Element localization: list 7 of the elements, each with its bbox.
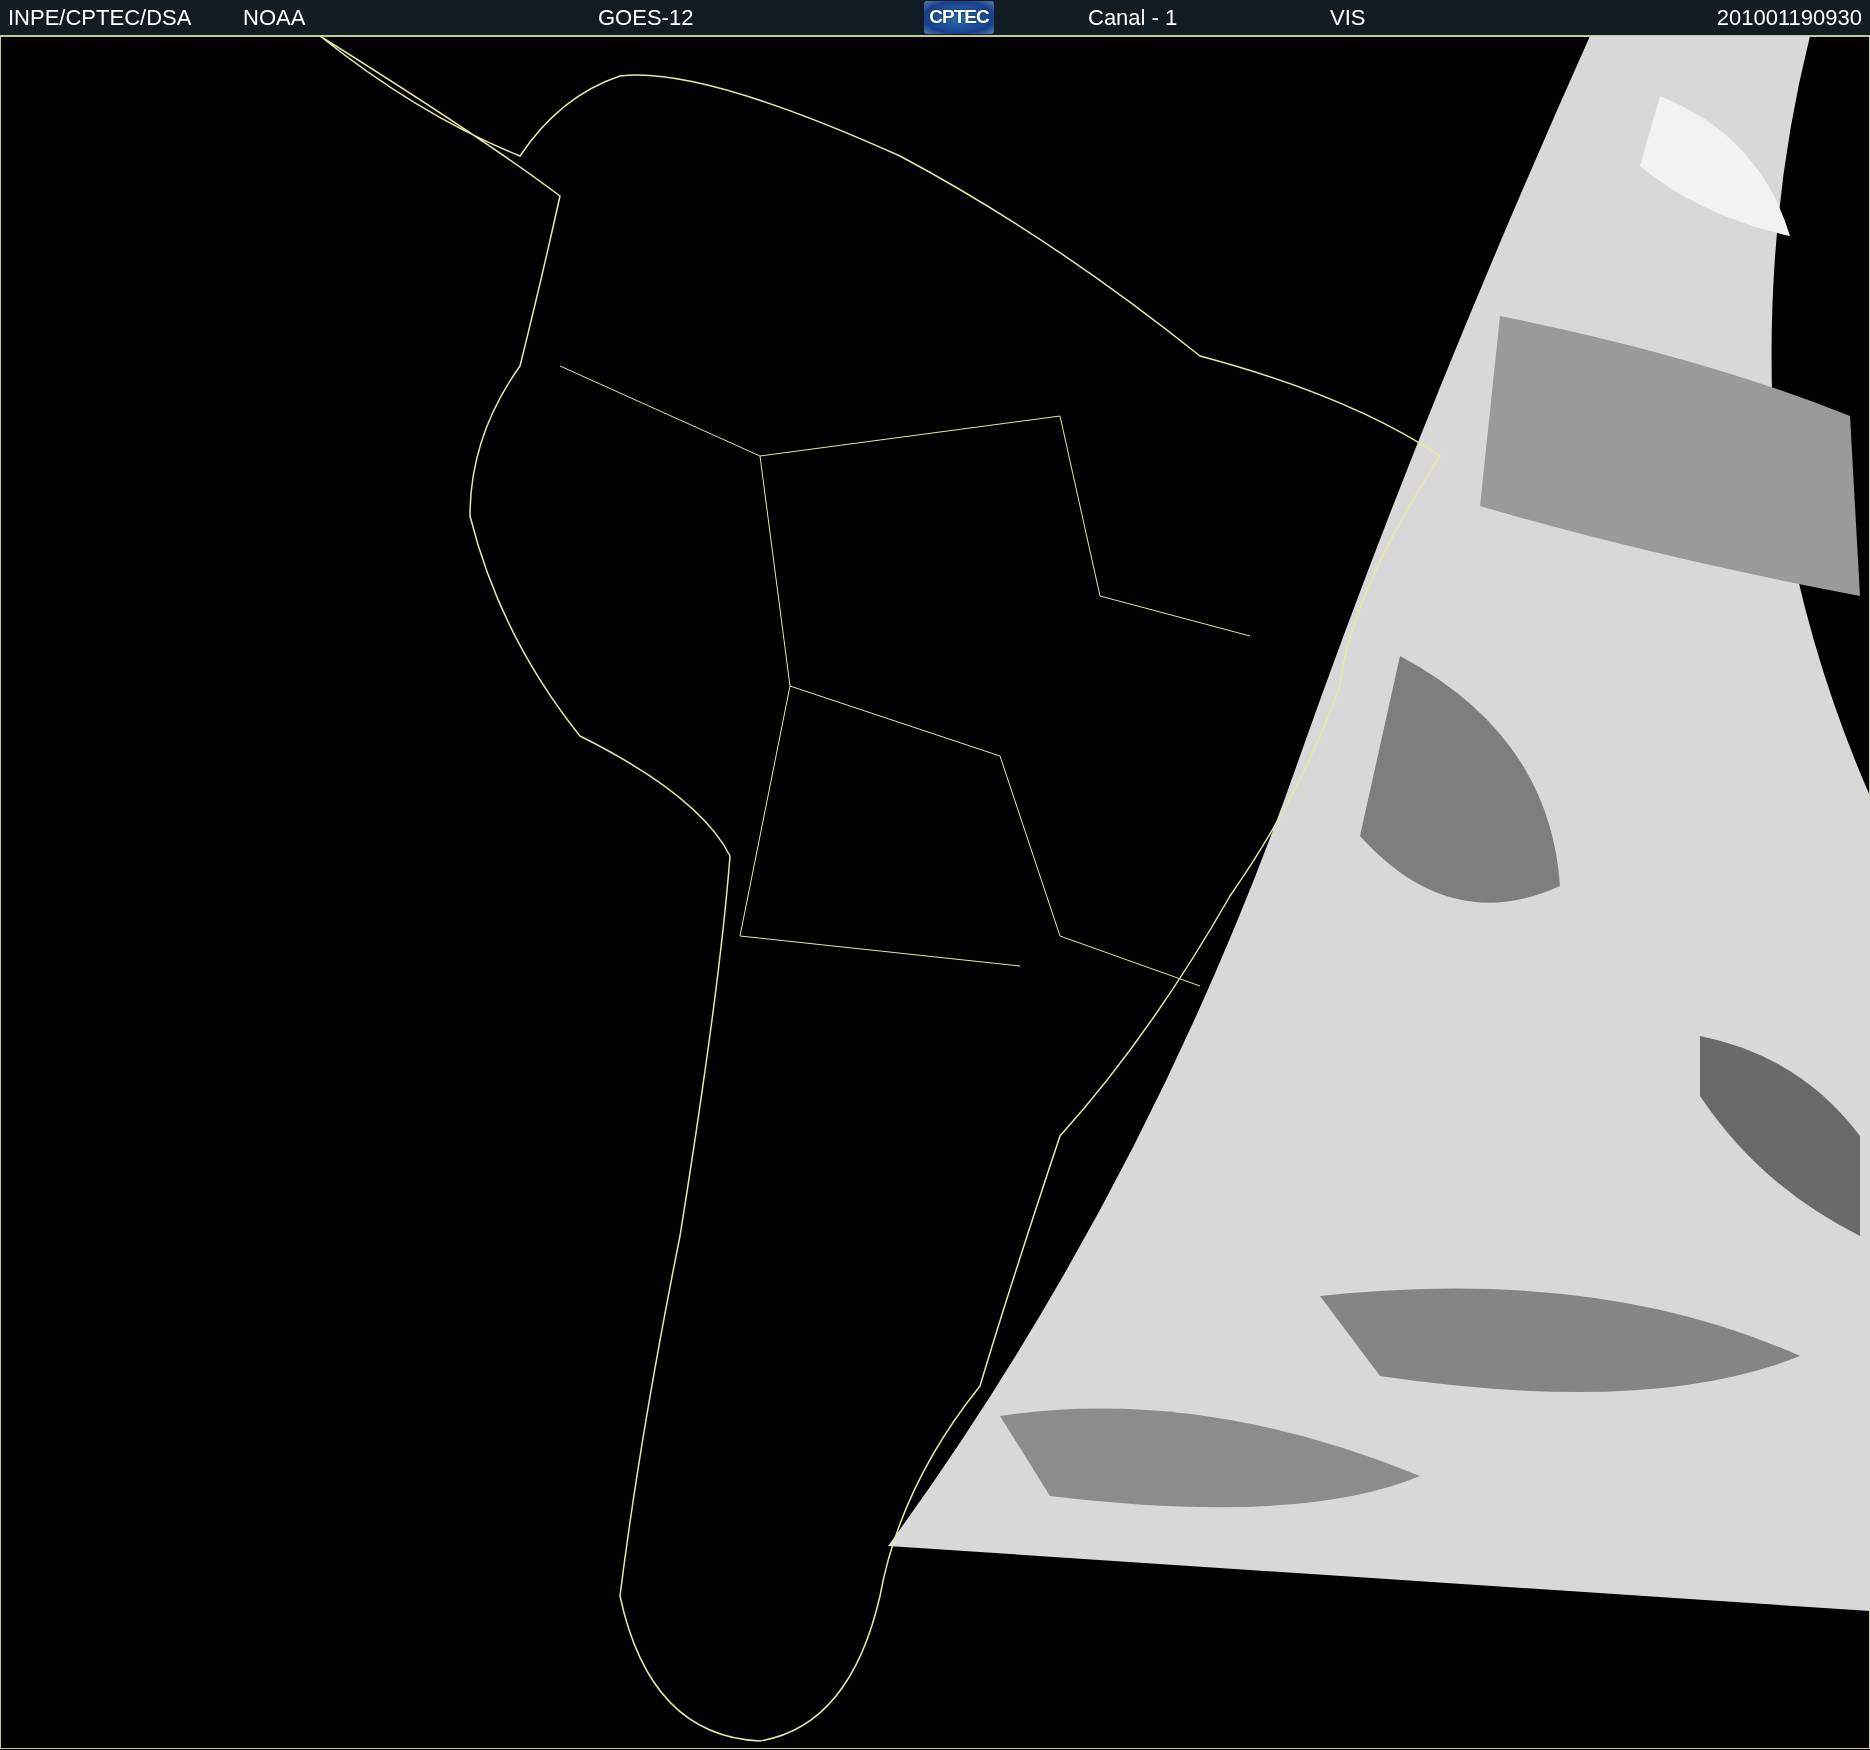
band-label: VIS bbox=[1330, 4, 1366, 32]
source-label: NOAA bbox=[243, 4, 306, 32]
logo: CPTEC bbox=[924, 1, 994, 34]
timestamp-label: 201001190930 bbox=[1716, 4, 1862, 32]
satellite-label: GOES-12 bbox=[598, 4, 694, 32]
channel-label: Canal - 1 bbox=[1088, 4, 1178, 32]
agency-label: INPE/CPTEC/DSA bbox=[8, 4, 192, 32]
